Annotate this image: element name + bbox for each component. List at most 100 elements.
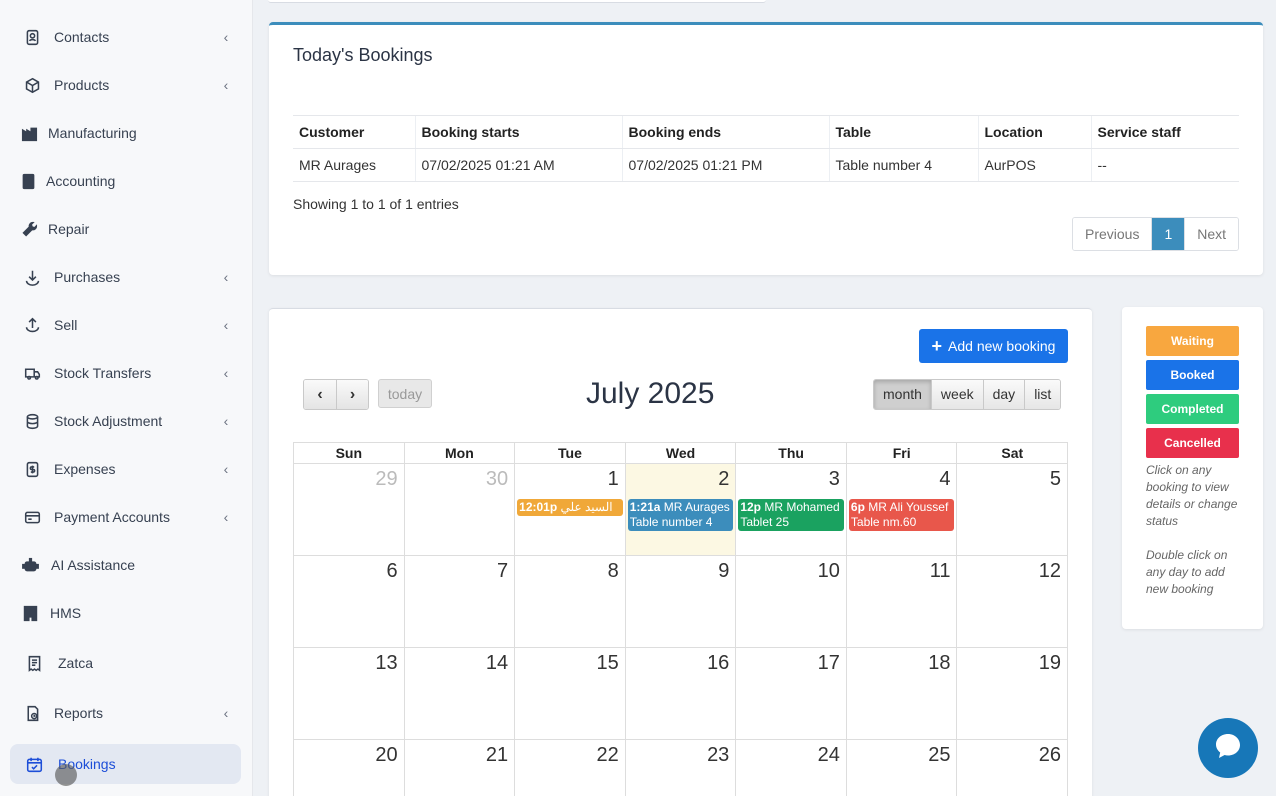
calendar-day[interactable]: 10: [736, 556, 847, 647]
calendar-day[interactable]: 19: [957, 648, 1069, 739]
prev-month-button[interactable]: ‹: [304, 380, 336, 409]
calendar-day[interactable]: 24: [736, 740, 847, 796]
credit-card-icon: [10, 509, 54, 526]
calendar-day[interactable]: 8: [515, 556, 626, 647]
calendar-day[interactable]: 11: [847, 556, 958, 647]
download-icon: [10, 269, 54, 286]
column-header[interactable]: Booking ends: [621, 115, 829, 149]
sidebar-item-label: Repair: [48, 221, 90, 237]
pagination: Previous 1 Next: [1072, 217, 1240, 251]
chat-widget-button[interactable]: [1198, 718, 1258, 778]
calendar-day[interactable]: 14: [405, 648, 516, 739]
day-number: 15: [596, 652, 619, 674]
calendar-day[interactable]: 9: [626, 556, 737, 647]
booking-event[interactable]: 12:01p السيد علي: [517, 499, 623, 516]
today-button[interactable]: today: [378, 379, 432, 408]
calendar-day[interactable]: 7: [405, 556, 516, 647]
booking-event[interactable]: 1:21a MR Aurages Table number 4: [627, 499, 734, 531]
upload-icon: [10, 317, 54, 334]
view-week-button[interactable]: week: [930, 380, 983, 409]
report-icon: [10, 705, 54, 722]
calendar-day[interactable]: 20: [294, 740, 405, 796]
status-legend-card: Waiting Booked Completed Cancelled Click…: [1122, 307, 1263, 629]
previous-button[interactable]: Previous: [1073, 218, 1152, 250]
sidebar-item-hms[interactable]: HMS: [10, 593, 241, 633]
sidebar-item-reports[interactable]: Reports ‹: [10, 693, 241, 733]
sidebar-item-zatca[interactable]: Zatca: [10, 643, 241, 683]
calendar-day[interactable]: 17: [736, 648, 847, 739]
event-title: MR Aurages: [663, 500, 730, 514]
sidebar-item-label: Payment Accounts: [54, 509, 170, 525]
plus-icon: +: [931, 335, 943, 356]
sidebar-item-contacts[interactable]: Contacts ‹: [10, 17, 241, 57]
page-1-button[interactable]: 1: [1151, 218, 1185, 250]
column-header[interactable]: Customer: [293, 115, 415, 149]
sidebar-item-products[interactable]: Products ‹: [10, 65, 241, 105]
day-number: 8: [607, 560, 619, 582]
view-day-button[interactable]: day: [982, 380, 1025, 409]
sidebar-item-sell[interactable]: Sell ‹: [10, 305, 241, 345]
calendar-day[interactable]: 13: [294, 648, 405, 739]
sidebar-item-label: AI Assistance: [51, 557, 136, 573]
sidebar-item-bookings[interactable]: Bookings: [10, 744, 241, 784]
sidebar-item-manufacturing[interactable]: Manufacturing: [10, 113, 241, 153]
weekday-label: Thu: [736, 443, 847, 463]
chevron-left-icon: ‹: [223, 269, 229, 285]
day-number: 17: [817, 652, 840, 674]
chevron-left-icon: ‹: [223, 413, 229, 429]
sidebar-item-payment-accounts[interactable]: Payment Accounts ‹: [10, 497, 241, 537]
table-cell: --: [1090, 148, 1239, 182]
view-list-button[interactable]: list: [1024, 380, 1061, 409]
day-number: 5: [1049, 468, 1062, 490]
calendar-week: 29 30 1 12:01p السيد علي 2 1:21a MR Aura…: [294, 464, 1069, 556]
calendar-day[interactable]: 23: [626, 740, 737, 796]
sidebar-item-stock-adjustment[interactable]: Stock Adjustment ‹: [10, 401, 241, 441]
weekday-label: Tue: [515, 443, 626, 463]
next-month-button[interactable]: ›: [336, 380, 368, 409]
day-number: 1: [607, 468, 619, 490]
calendar-day[interactable]: 30: [405, 464, 516, 555]
calendar-day[interactable]: 18: [847, 648, 958, 739]
status-booked: Booked: [1146, 360, 1239, 390]
day-number: 21: [485, 744, 509, 766]
column-header[interactable]: Location: [977, 115, 1091, 149]
column-header[interactable]: Table: [828, 115, 978, 149]
calendar-day[interactable]: 6: [294, 556, 405, 647]
calendar-day[interactable]: 12: [957, 556, 1069, 647]
sidebar-item-accounting[interactable]: Accounting: [10, 161, 241, 201]
day-number: 14: [485, 652, 509, 674]
calendar-day[interactable]: 5: [957, 464, 1069, 555]
add-new-booking-button[interactable]: + Add new booking: [919, 329, 1068, 363]
view-month-button[interactable]: month: [874, 380, 931, 409]
calendar-day-today[interactable]: 2 1:21a MR Aurages Table number 4: [625, 464, 737, 555]
weekday-label: Sat: [957, 443, 1069, 463]
calendar-day[interactable]: 29: [294, 464, 405, 555]
calendar-nav: ‹ ›: [303, 379, 369, 410]
sidebar-item-purchases[interactable]: Purchases ‹: [10, 257, 241, 297]
sidebar-item-ai-assistance[interactable]: AI Assistance: [10, 545, 241, 585]
calendar-day[interactable]: 3 12p MR Mohamed Tablet 25: [736, 464, 847, 555]
calendar-day[interactable]: 16: [626, 648, 737, 739]
calendar-day[interactable]: 1 12:01p السيد علي: [515, 464, 626, 555]
day-number: 12: [1038, 560, 1062, 582]
column-header[interactable]: Service staff: [1090, 115, 1239, 149]
calendar-check-icon: [10, 756, 58, 773]
calendar-day[interactable]: 25: [847, 740, 958, 796]
status-completed: Completed: [1146, 394, 1239, 424]
table-row[interactable]: MR Aurages 07/02/2025 01:21 AM 07/02/202…: [293, 148, 1239, 182]
robot-icon: [10, 557, 51, 574]
sidebar-item-label: Products: [54, 77, 110, 93]
calendar-day[interactable]: 26: [957, 740, 1069, 796]
booking-event[interactable]: 6p MR Ali Youssef Table nm.60: [848, 499, 955, 531]
sidebar-item-repair[interactable]: Repair: [10, 209, 241, 249]
calendar-day[interactable]: 22: [515, 740, 626, 796]
sidebar-item-expenses[interactable]: Expenses ‹: [10, 449, 241, 489]
calendar-day[interactable]: 4 6p MR Ali Youssef Table nm.60: [847, 464, 958, 555]
next-button[interactable]: Next: [1184, 218, 1239, 250]
event-time: 1:21a: [629, 500, 661, 514]
booking-event[interactable]: 12p MR Mohamed Tablet 25: [738, 499, 844, 531]
sidebar-item-stock-transfers[interactable]: Stock Transfers ‹: [10, 353, 241, 393]
calendar-day[interactable]: 21: [405, 740, 516, 796]
column-header[interactable]: Booking starts: [414, 115, 622, 149]
calendar-day[interactable]: 15: [515, 648, 626, 739]
